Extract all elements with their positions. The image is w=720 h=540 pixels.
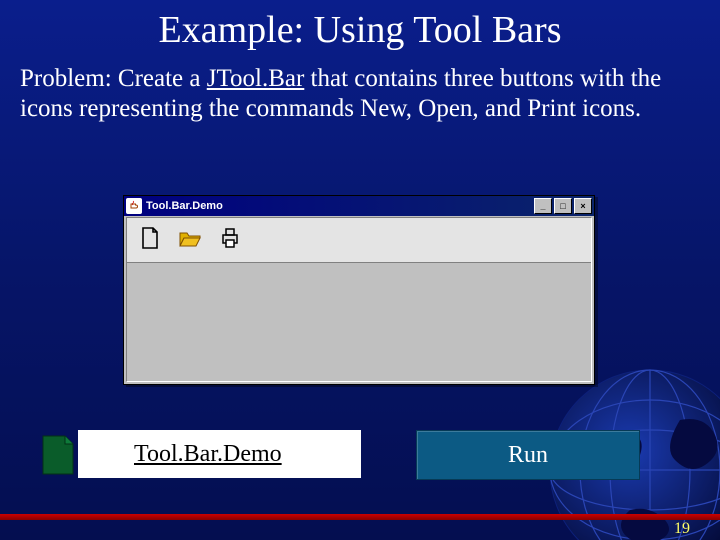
run-button-label: Run xyxy=(508,442,548,469)
slide-body: Problem: Create a JTool.Bar that contain… xyxy=(0,52,720,123)
action-row: Tool.Bar.Demo Run xyxy=(78,430,638,478)
maximize-button[interactable]: □ xyxy=(554,198,572,214)
open-folder-icon xyxy=(178,226,202,255)
toolbar-button-open[interactable] xyxy=(171,221,209,259)
java-cup-icon xyxy=(126,198,142,214)
close-button[interactable]: × xyxy=(574,198,592,214)
footer-divider xyxy=(0,514,720,520)
window-title-text: Tool.Bar.Demo xyxy=(146,200,532,212)
demo-window: Tool.Bar.Demo _ □ × xyxy=(123,195,595,385)
slide-title: Example: Using Tool Bars xyxy=(0,0,720,52)
print-icon xyxy=(218,226,242,255)
document-icon xyxy=(39,434,77,481)
presentation-slide: Example: Using Tool Bars Problem: Create… xyxy=(0,0,720,540)
problem-underlined: JTool.Bar xyxy=(207,65,305,92)
window-client-area xyxy=(126,217,592,382)
problem-prefix: Problem: Create a xyxy=(20,65,207,92)
page-number: 19 xyxy=(674,520,690,538)
source-link-button[interactable]: Tool.Bar.Demo xyxy=(78,430,361,478)
toolbar-button-print[interactable] xyxy=(211,221,249,259)
run-button[interactable]: Run xyxy=(416,430,640,480)
window-titlebar: Tool.Bar.Demo _ □ × xyxy=(124,196,594,216)
toolbar-button-new[interactable] xyxy=(131,221,169,259)
toolbar xyxy=(127,218,591,263)
minimize-button[interactable]: _ xyxy=(534,198,552,214)
new-file-icon xyxy=(138,226,162,255)
source-link-label: Tool.Bar.Demo xyxy=(78,441,282,468)
